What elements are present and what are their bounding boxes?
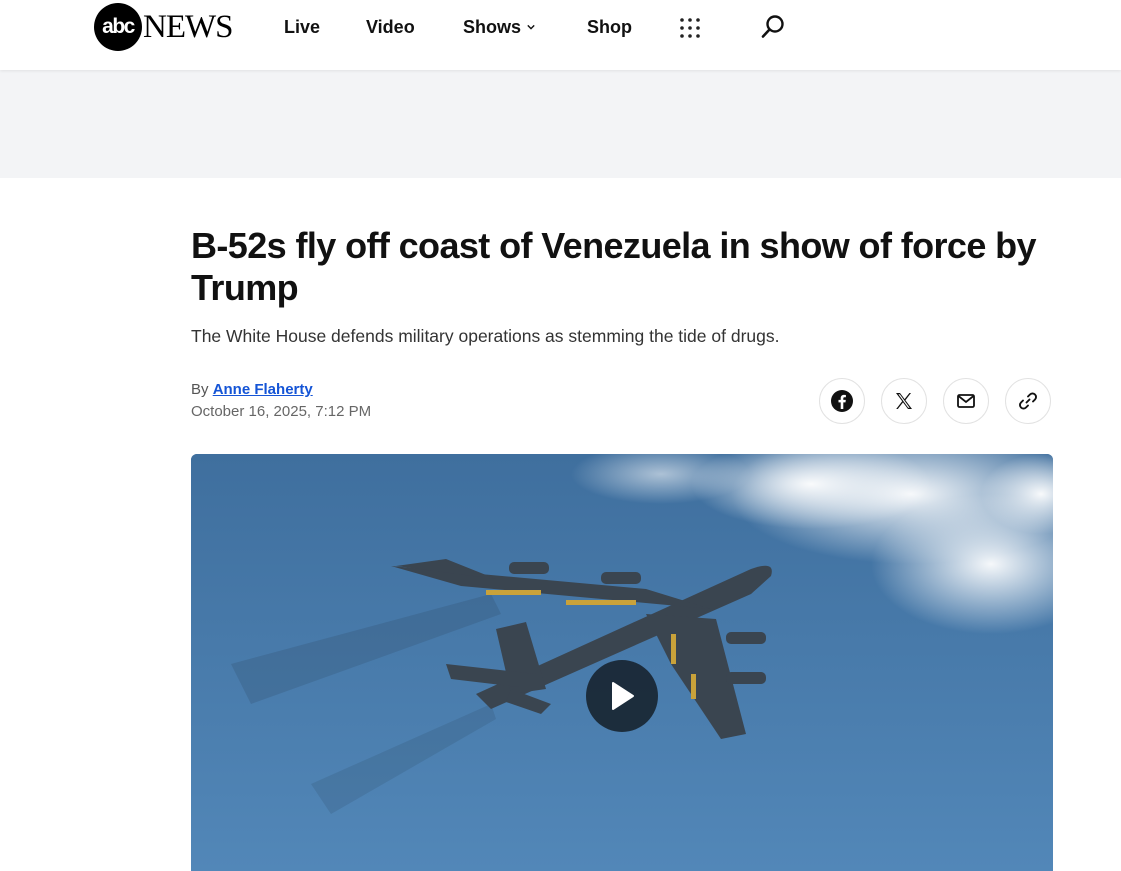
chevron-down-icon [527, 24, 535, 30]
search-icon[interactable] [760, 14, 786, 40]
grid-menu-icon[interactable] [679, 17, 701, 39]
nav-shows-label: Shows [463, 17, 522, 37]
publish-date: October 16, 2025, 7:12 PM [191, 403, 372, 420]
share-email-button[interactable] [943, 378, 989, 424]
abc-news-logo[interactable]: abc NEWS [94, 3, 233, 51]
video-player[interactable] [191, 454, 1053, 871]
nav-shop[interactable]: Shop [587, 15, 632, 39]
link-icon [1019, 392, 1037, 410]
logo-news-text: NEWS [143, 9, 233, 45]
abc-logo-circle: abc [94, 3, 142, 51]
play-button[interactable] [586, 660, 658, 732]
nav-live[interactable]: Live [284, 15, 320, 39]
mail-icon [957, 394, 975, 408]
share-x-button[interactable] [881, 378, 927, 424]
nav-video[interactable]: Video [366, 15, 415, 39]
article-subhead: The White House defends military operati… [191, 326, 780, 346]
x-icon [896, 393, 912, 409]
author-link[interactable]: Anne Flaherty [213, 381, 313, 398]
play-icon [612, 682, 634, 710]
ad-banner-slot [0, 70, 1121, 178]
copy-link-button[interactable] [1005, 378, 1051, 424]
nav-shows[interactable]: Shows [463, 15, 535, 39]
site-header: abc NEWS Live Video Shows Shop [0, 0, 1121, 70]
byline: By Anne Flaherty [191, 381, 313, 399]
article-headline: B-52s fly off coast of Venezuela in show… [191, 225, 1037, 308]
facebook-icon [831, 390, 853, 412]
share-facebook-button[interactable] [819, 378, 865, 424]
byline-prefix: By [191, 381, 209, 398]
